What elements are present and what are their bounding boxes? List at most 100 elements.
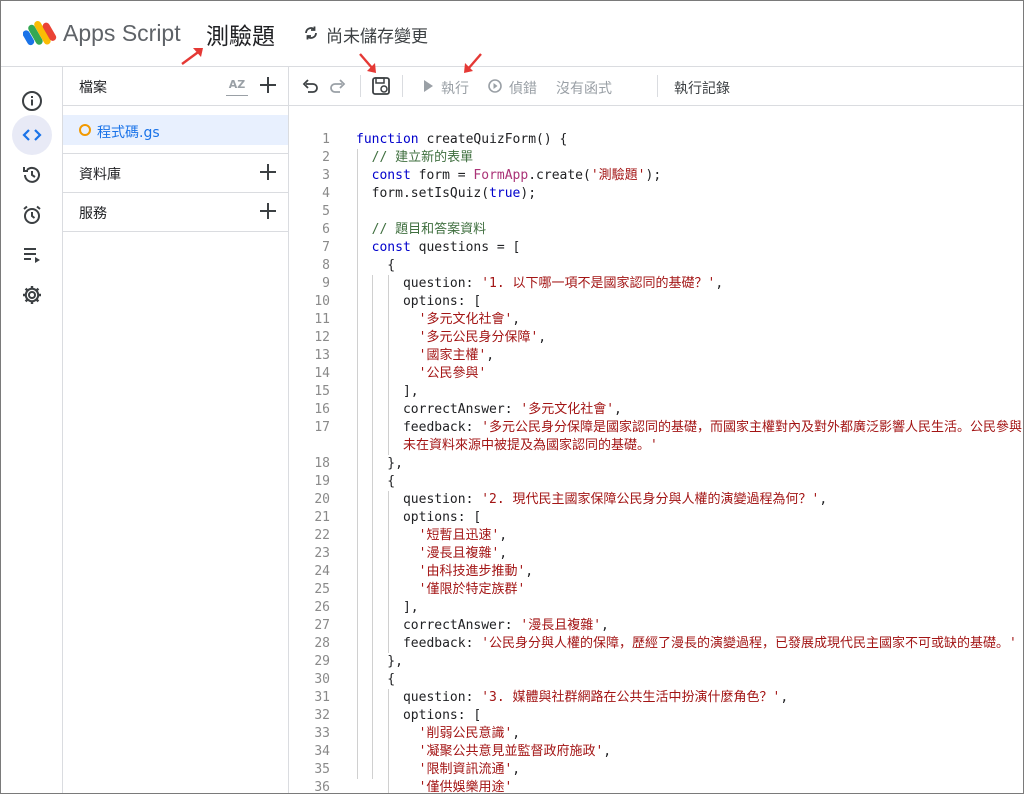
- code-line[interactable]: 23 '漫長且複雜',: [289, 545, 1023, 563]
- code-token: ,: [512, 312, 521, 327]
- line-number: 20: [314, 492, 330, 507]
- undo-icon[interactable]: [301, 77, 319, 95]
- code-token: '僅限於特定族群': [356, 582, 526, 597]
- redo-icon[interactable]: [329, 77, 347, 95]
- code-line[interactable]: 29 },: [289, 653, 1023, 671]
- code-line[interactable]: 1 function createQuizForm() {: [289, 131, 1023, 149]
- code-line[interactable]: 3 const form = FormApp.create('測驗題');: [289, 167, 1023, 185]
- editor-toolbar: 執行 偵錯 沒有函式 執行記錄: [289, 67, 1023, 106]
- code-line[interactable]: 32 options: [: [289, 707, 1023, 725]
- code-line[interactable]: 15 ],: [289, 383, 1023, 401]
- code-line[interactable]: 22 '短暫且迅速',: [289, 527, 1023, 545]
- code-token: '凝聚公共意見並監督政府施政': [356, 744, 604, 759]
- code-line[interactable]: 4 form.setIsQuiz(true);: [289, 185, 1023, 203]
- code-line[interactable]: 21 options: [: [289, 509, 1023, 527]
- code-line[interactable]: 11 '多元文化社會',: [289, 311, 1023, 329]
- code-token: },: [356, 654, 403, 669]
- code-line[interactable]: 5: [289, 203, 1023, 221]
- function-select[interactable]: 沒有函式: [556, 78, 612, 98]
- code-token: // 建立新的表單: [356, 150, 474, 165]
- code-token: {: [356, 258, 396, 273]
- code-line[interactable]: 12 '多元公民身分保障',: [289, 329, 1023, 347]
- code-line[interactable]: 16 correctAnswer: '多元文化社會',: [289, 401, 1023, 419]
- code-line[interactable]: 27 correctAnswer: '漫長且複雜',: [289, 617, 1023, 635]
- code-token: '1. 以下哪一項不是國家認同的基礎？': [481, 276, 716, 291]
- code-text: question: '3. 媒體與社群網路在公共生活中扮演什麼角色？',: [356, 689, 788, 707]
- editor-button[interactable]: [12, 115, 52, 155]
- code-token: options: [: [356, 510, 482, 525]
- code-line[interactable]: 2 // 建立新的表單: [289, 149, 1023, 167]
- code-line[interactable]: 18 },: [289, 455, 1023, 473]
- code-line[interactable]: 6 // 題目和答案資料: [289, 221, 1023, 239]
- code-line[interactable]: 31 question: '3. 媒體與社群網路在公共生活中扮演什麼角色？',: [289, 689, 1023, 707]
- code-text: question: '1. 以下哪一項不是國家認同的基礎？',: [356, 275, 723, 293]
- code-line[interactable]: 14 '公民參與': [289, 365, 1023, 383]
- line-number: 15: [314, 384, 330, 399]
- code-line[interactable]: 26 ],: [289, 599, 1023, 617]
- add-library-plus-icon[interactable]: [258, 162, 278, 182]
- code-token: form.setIsQuiz(: [356, 186, 490, 201]
- line-number: 19: [314, 474, 330, 489]
- code-token: ,: [715, 276, 724, 291]
- code-text: // 題目和答案資料: [356, 221, 487, 239]
- code-token: ,: [538, 330, 547, 345]
- file-item-code-gs[interactable]: 程式碼.gs: [63, 115, 288, 145]
- add-file-plus-icon[interactable]: [258, 75, 278, 95]
- execution-log-button[interactable]: 執行記錄: [674, 78, 730, 98]
- code-line[interactable]: 35 '限制資訊流通',: [289, 761, 1023, 779]
- code-line[interactable]: 7 const questions = [: [289, 239, 1023, 257]
- debug-button[interactable]: 偵錯: [509, 78, 537, 98]
- code-line[interactable]: 24 '由科技進步推動',: [289, 563, 1023, 581]
- code-token: );: [645, 168, 662, 183]
- code-text: '國家主權',: [356, 347, 495, 365]
- code-token: },: [356, 456, 403, 471]
- project-title[interactable]: 測驗題: [206, 17, 275, 51]
- run-icon[interactable]: [422, 79, 434, 93]
- code-token: form =: [418, 168, 474, 183]
- code-line[interactable]: 25 '僅限於特定族群': [289, 581, 1023, 599]
- code-token: '短暫且迅速': [356, 528, 500, 543]
- code-token: feedback:: [356, 420, 482, 435]
- settings-button[interactable]: [12, 275, 52, 315]
- code-text: options: [: [356, 509, 481, 527]
- code-token: );: [520, 186, 537, 201]
- save-status-text: 尚未儲存變更: [326, 27, 428, 47]
- triggers-button[interactable]: [12, 195, 52, 235]
- debug-icon[interactable]: [487, 78, 503, 94]
- line-number: 13: [314, 348, 330, 363]
- line-number: 12: [314, 330, 330, 345]
- code-editor[interactable]: 1 function createQuizForm() {2 // 建立新的表單 3…: [289, 106, 1023, 793]
- code-line[interactable]: 8 {: [289, 257, 1023, 275]
- line-number: 5: [322, 204, 330, 219]
- save-icon[interactable]: [371, 76, 391, 96]
- alarm-clock-icon: [23, 205, 41, 224]
- indent-guide: [387, 491, 389, 653]
- apps-script-logo-icon[interactable]: [23, 18, 57, 48]
- code-line[interactable]: 未在資料來源中被提及為國家認同的基礎。': [289, 437, 1023, 455]
- line-number: 10: [314, 294, 330, 309]
- unsaved-dot-icon: [79, 124, 91, 136]
- code-line[interactable]: 30 {: [289, 671, 1023, 689]
- code-line[interactable]: 28 feedback: '公民身分與人權的保障，歷經了漫長的演變過程，已發展成…: [289, 635, 1023, 653]
- code-token: '測驗題': [590, 168, 646, 183]
- sort-az-icon[interactable]: AZ: [226, 75, 248, 97]
- annotation-arrow-icon: [359, 53, 376, 73]
- code-line[interactable]: 13 '國家主權',: [289, 347, 1023, 365]
- line-number: 28: [314, 636, 330, 651]
- code-token: ,: [499, 546, 508, 561]
- line-number: 4: [322, 186, 330, 201]
- code-line[interactable]: 33 '削弱公民意識',: [289, 725, 1023, 743]
- project-history-button[interactable]: [12, 155, 52, 195]
- code-line[interactable]: 19 {: [289, 473, 1023, 491]
- code-line[interactable]: 36 '僅供娛樂用途': [289, 779, 1023, 793]
- code-line[interactable]: 10 options: [: [289, 293, 1023, 311]
- run-button[interactable]: 執行: [441, 78, 469, 98]
- code-token: '多元文化社會': [520, 402, 615, 417]
- code-token: ,: [512, 762, 521, 777]
- add-service-plus-icon[interactable]: [258, 201, 278, 221]
- executions-button[interactable]: [12, 235, 52, 275]
- code-line[interactable]: 17 feedback: '多元公民身分保障是國家認同的基礎，而國家主權對內及對…: [289, 419, 1023, 437]
- code-line[interactable]: 20 question: '2. 現代民主國家保障公民身分與人權的演變過程為何？…: [289, 491, 1023, 509]
- code-line[interactable]: 9 question: '1. 以下哪一項不是國家認同的基礎？',: [289, 275, 1023, 293]
- code-line[interactable]: 34 '凝聚公共意見並監督政府施政',: [289, 743, 1023, 761]
